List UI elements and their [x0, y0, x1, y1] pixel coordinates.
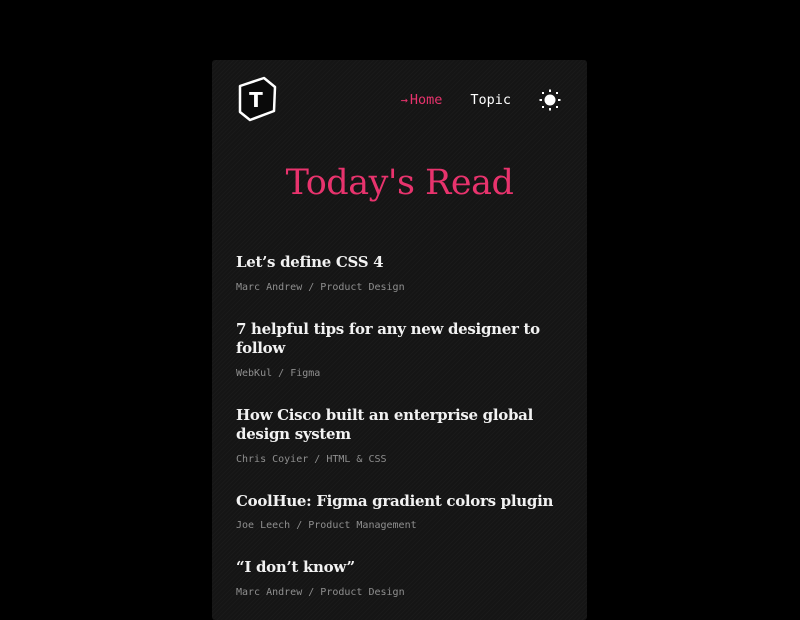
- article-topic: Product Design: [320, 586, 405, 598]
- article-topic: Product Design: [320, 281, 405, 293]
- article-topic: Product Management: [308, 520, 417, 531]
- meta-separator: /: [308, 453, 327, 465]
- article-item[interactable]: 7 helpful tips for any new designer to f…: [236, 320, 566, 381]
- logo-icon: T: [238, 76, 277, 122]
- article-item[interactable]: How Cisco built an enterprise global des…: [236, 406, 566, 467]
- article-author: Marc Andrew: [236, 586, 303, 598]
- meta-separator: /: [290, 520, 309, 531]
- meta-separator: /: [302, 586, 321, 598]
- article-title[interactable]: CoolHue: Figma gradient colors plugin: [236, 492, 566, 512]
- nav-home-label: Home: [409, 92, 443, 108]
- article-item[interactable]: Let’s define CSS 4 Marc Andrew / Product…: [236, 253, 566, 295]
- article-title[interactable]: How Cisco built an enterprise global des…: [236, 406, 566, 445]
- article-meta: Marc Andrew / Product Design: [236, 281, 566, 295]
- article-title[interactable]: Let’s define CSS 4: [236, 253, 566, 273]
- article-author: WebKul: [236, 367, 273, 379]
- article-meta: Joe Leech / Product Management: [236, 519, 566, 533]
- logo-link[interactable]: T: [237, 76, 279, 122]
- article-item[interactable]: “I don’t know” Marc Andrew / Product Des…: [236, 558, 566, 600]
- article-meta: Marc Andrew / Product Design: [236, 586, 566, 600]
- header: T → Home Topic: [212, 60, 587, 140]
- article-list: Let’s define CSS 4 Marc Andrew / Product…: [236, 253, 566, 620]
- nav-topic-label: Topic: [470, 92, 511, 108]
- logo-letter: T: [249, 88, 263, 112]
- meta-separator: /: [302, 281, 321, 293]
- page-title: Today's Read: [285, 163, 514, 203]
- article-title[interactable]: 7 helpful tips for any new designer to f…: [236, 320, 566, 359]
- meta-separator: /: [272, 367, 291, 379]
- article-item[interactable]: CoolHue: Figma gradient colors plugin Jo…: [236, 492, 566, 534]
- article-author: Chris Coyier: [236, 453, 309, 465]
- nav-home-link[interactable]: → Home: [401, 92, 443, 108]
- app-card: T → Home Topic Today's Read Let’s define…: [212, 60, 587, 620]
- article-author: Joe Leech: [236, 520, 291, 531]
- article-meta: WebKul / Figma: [236, 367, 566, 381]
- arrow-right-icon: →: [400, 93, 408, 107]
- main-nav: → Home Topic: [401, 86, 561, 114]
- sun-icon[interactable]: [539, 89, 561, 111]
- article-topic: Figma: [290, 367, 321, 379]
- nav-topic-link[interactable]: Topic: [470, 92, 511, 108]
- article-topic: HTML & CSS: [326, 453, 387, 465]
- article-title[interactable]: “I don’t know”: [236, 558, 566, 578]
- article-author: Marc Andrew: [236, 281, 303, 293]
- article-meta: Chris Coyier / HTML & CSS: [236, 453, 566, 467]
